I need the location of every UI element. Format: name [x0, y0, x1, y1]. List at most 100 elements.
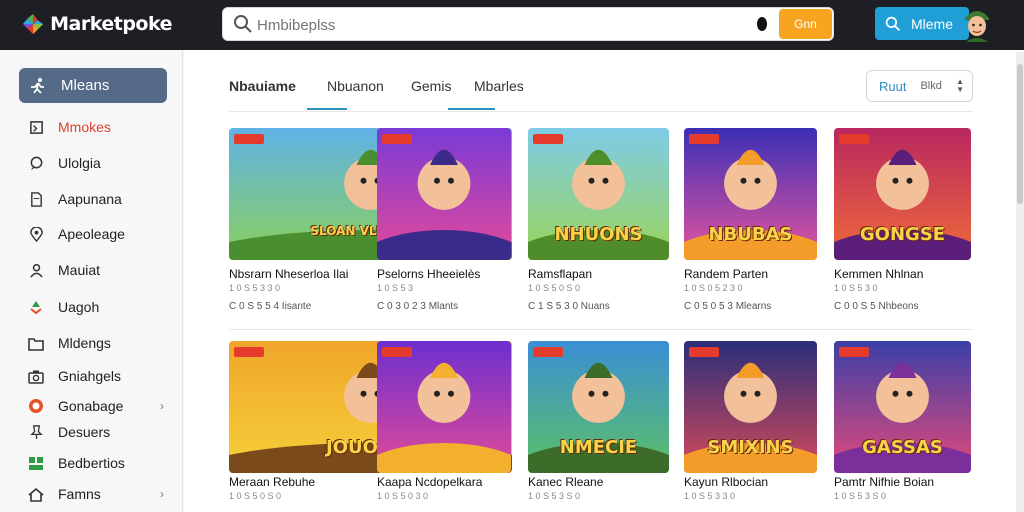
sidebar-item-label: Apeoleage: [58, 226, 125, 242]
search-icon: [234, 15, 252, 33]
sidebar-item-desuers[interactable]: Desuers: [28, 420, 178, 444]
game-thumbnail[interactable]: NHUONS: [528, 128, 669, 260]
sidebar-item-label: Bedbertios: [58, 455, 125, 471]
game-title[interactable]: Pamtr Nifhie Boian: [834, 475, 934, 489]
game-meta: 1 0 S 5 3 0: [834, 283, 878, 293]
game-thumbnail[interactable]: NBUBAS: [684, 128, 817, 260]
sidebar-item-gonabage[interactable]: Gonabage ›: [28, 394, 178, 418]
sidebar-item-famns[interactable]: Famns ›: [28, 482, 178, 506]
sidebar-item-label: Mauiat: [58, 262, 101, 278]
people-icon: [28, 455, 44, 471]
game-title[interactable]: Nbsrarn Nheserloa Ilai: [229, 267, 348, 281]
game-art-title: NHUONS: [554, 224, 643, 245]
tab-gemis[interactable]: Gemis: [411, 78, 451, 94]
game-meta: 1 0 S 5 0 S 0: [528, 283, 581, 293]
top-bar: Marketpoke Gnn Mleme: [0, 0, 1024, 50]
sidebar-item-uagoh[interactable]: Uagoh: [28, 295, 178, 319]
sort-value: Blkd: [920, 80, 942, 92]
sidebar-item-label: Gonabage: [58, 398, 124, 414]
sidebar-item-label: Mleans: [61, 77, 110, 94]
running-figure-icon: [31, 77, 44, 94]
new-badge: [839, 134, 869, 144]
game-card[interactable]: NBUBAS Randem Parten 1 0 S 0 5 2 3 0 C 0 5 …: [684, 128, 817, 312]
game-title[interactable]: Ramsflapan: [528, 267, 592, 281]
game-stats: C 0 S 5 5 4 Iisante: [229, 301, 312, 312]
logo[interactable]: Marketpoke: [22, 8, 172, 40]
menu-button[interactable]: Mleme: [875, 7, 969, 40]
chevron-right-icon[interactable]: ›: [160, 487, 164, 501]
sidebar-item-label: Uagoh: [58, 299, 100, 315]
game-card[interactable]: Kaapa Ncdopelkara 1 0 S 5 0 3 0: [377, 341, 511, 512]
sidebar-item-ulolgia[interactable]: Ulolgia: [28, 151, 178, 175]
game-title[interactable]: Kayun Rlbocian: [684, 475, 768, 489]
game-meta: 1 0 S 5 0 S 0: [229, 491, 282, 501]
tab-nbauiame[interactable]: Nbauiame: [229, 78, 296, 94]
avatar[interactable]: [962, 6, 992, 42]
game-title[interactable]: Kemmen Nhlnan: [834, 267, 923, 281]
new-badge: [382, 347, 412, 357]
sidebar-item-label: Ulolgia: [58, 155, 101, 171]
game-meta: 1 0 S 5 3 3 0: [684, 491, 736, 501]
game-card[interactable]: NMECIE Kanec Rleane 1 0 S 5 3 S 0: [528, 341, 669, 512]
new-badge: [533, 134, 563, 144]
game-stats: C 1 S 5 3 0 Nuans: [528, 301, 610, 312]
game-thumbnail[interactable]: SMIXINS: [684, 341, 817, 473]
chat-icon: [28, 155, 44, 171]
game-art-title: SMIXINS: [707, 437, 794, 458]
game-thumbnail[interactable]: [377, 128, 511, 260]
sidebar-item-mmokes[interactable]: Mmokes: [28, 115, 178, 139]
logo-icon: [22, 13, 44, 35]
search-input[interactable]: [257, 12, 757, 38]
new-badge: [234, 134, 264, 144]
microphone-icon[interactable]: [757, 17, 767, 31]
document-icon: [28, 191, 44, 207]
scrollbar[interactable]: [1016, 52, 1024, 512]
chevron-right-icon[interactable]: ›: [160, 399, 164, 413]
sidebar-item-label: Mldengs: [58, 335, 111, 351]
game-card[interactable]: SMIXINS Kayun Rlbocian 1 0 S 5 3 3 0: [684, 341, 817, 512]
square-icon: [28, 119, 44, 135]
search-button[interactable]: Gnn: [779, 9, 832, 39]
game-title[interactable]: Kanec Rleane: [528, 475, 603, 489]
game-stats: C 0 5 0 5 3 Mlearns: [684, 301, 772, 312]
game-title[interactable]: Kaapa Ncdopelkara: [377, 475, 482, 489]
orange-circle-icon: [28, 398, 44, 414]
tab-mbarles[interactable]: Mbarles: [474, 78, 524, 94]
camera-icon: [28, 368, 44, 384]
sidebar-item-label: Desuers: [58, 424, 111, 440]
new-badge: [839, 347, 869, 357]
game-thumbnail[interactable]: [377, 341, 511, 473]
scrollbar-thumb[interactable]: [1017, 64, 1023, 204]
game-title[interactable]: Pselorns Hheeielès: [377, 267, 480, 281]
game-card[interactable]: NHUONS Ramsflapan 1 0 S 5 0 S 0 C 1 S 5 3 0…: [528, 128, 669, 312]
game-title[interactable]: Randem Parten: [684, 267, 768, 281]
search-icon: [885, 16, 901, 31]
game-meta: 1 0 S 5 3: [377, 283, 414, 293]
sort-dropdown[interactable]: Ruut Blkd ▲ ▼: [866, 70, 973, 102]
game-thumbnail[interactable]: GONGSE: [834, 128, 971, 260]
tab-nbuanon[interactable]: Nbuanon: [327, 78, 384, 94]
sidebar-item-mauiat[interactable]: Mauiat: [28, 258, 178, 282]
game-meta: 1 0 S 5 3 S 0: [528, 491, 581, 501]
game-title[interactable]: Meraan Rebuhe: [229, 475, 315, 489]
game-card[interactable]: GONGSE Kemmen Nhlnan 1 0 S 5 3 0 C 0 0 S 5 …: [834, 128, 971, 312]
sidebar-item-active[interactable]: Mleans: [19, 68, 167, 103]
game-thumbnail[interactable]: GASSAS: [834, 341, 971, 473]
pin-icon: [28, 424, 44, 440]
sidebar-item-mldengs[interactable]: Mldengs: [28, 331, 178, 355]
sidebar-item-bedbertios[interactable]: Bedbertios: [28, 451, 178, 475]
game-art-title: NBUBAS: [708, 224, 793, 245]
game-card[interactable]: GASSAS Pamtr Nifhie Boian 1 0 S 5 3 S 0: [834, 341, 971, 512]
game-thumbnail[interactable]: NMECIE: [528, 341, 669, 473]
recycle-icon: [28, 299, 44, 315]
menu-button-label: Mleme: [911, 15, 954, 32]
sidebar-item-gniahgels[interactable]: Gniahgels: [28, 364, 178, 388]
game-card[interactable]: Pselorns Hheeielès 1 0 S 5 3 C 0 3 0 2 3 M…: [377, 128, 511, 312]
game-stats: C 0 3 0 2 3 Mlants: [377, 301, 459, 312]
new-badge: [382, 134, 412, 144]
sidebar-item-apeoleage[interactable]: Apeoleage: [28, 222, 178, 246]
sidebar-item-aapunana[interactable]: Aapunana: [28, 187, 178, 211]
new-badge: [533, 347, 563, 357]
sidebar-item-label: Famns: [58, 486, 101, 502]
sidebar-item-label: Aapunana: [58, 191, 122, 207]
